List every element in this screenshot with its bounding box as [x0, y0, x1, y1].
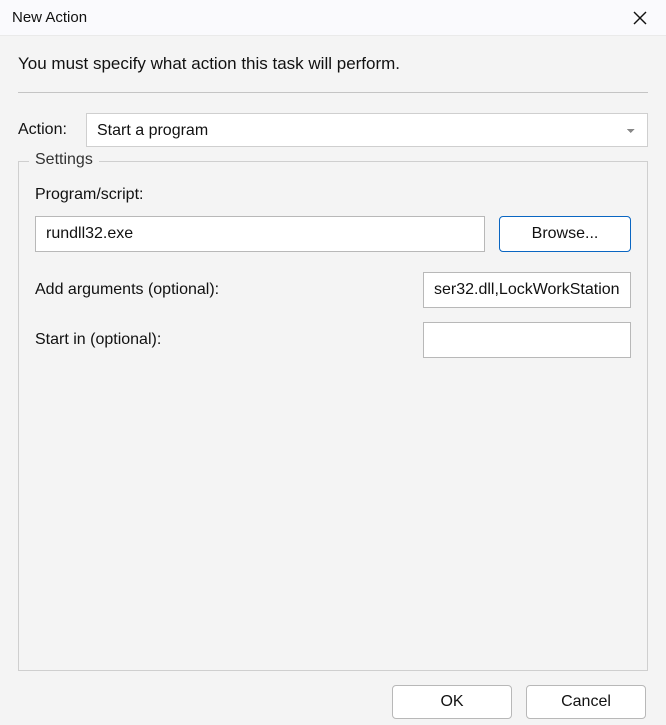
startin-row: Start in (optional): — [35, 322, 631, 358]
program-label: Program/script: — [35, 186, 631, 204]
ok-button[interactable]: OK — [392, 685, 512, 719]
arguments-label: Add arguments (optional): — [35, 281, 219, 299]
separator — [18, 92, 648, 93]
startin-label: Start in (optional): — [35, 331, 161, 349]
cancel-button[interactable]: Cancel — [526, 685, 646, 719]
window-title: New Action — [12, 9, 87, 26]
action-row: Action: Start a program — [18, 113, 648, 147]
action-label: Action: — [18, 121, 86, 139]
arguments-input[interactable] — [423, 272, 631, 308]
title-bar: New Action — [0, 0, 666, 36]
button-bar: OK Cancel — [0, 671, 666, 719]
program-input[interactable] — [35, 216, 485, 252]
startin-input[interactable] — [423, 322, 631, 358]
browse-button[interactable]: Browse... — [499, 216, 631, 252]
settings-fieldset: Settings Program/script: Browse... Add a… — [18, 161, 648, 671]
dialog-content: You must specify what action this task w… — [0, 36, 666, 671]
arguments-row: Add arguments (optional): — [35, 272, 631, 308]
instruction-text: You must specify what action this task w… — [18, 54, 648, 74]
close-icon — [633, 11, 647, 25]
program-row: Browse... — [35, 216, 631, 252]
close-button[interactable] — [626, 4, 654, 32]
action-select[interactable]: Start a program — [86, 113, 648, 147]
settings-legend: Settings — [29, 151, 99, 169]
